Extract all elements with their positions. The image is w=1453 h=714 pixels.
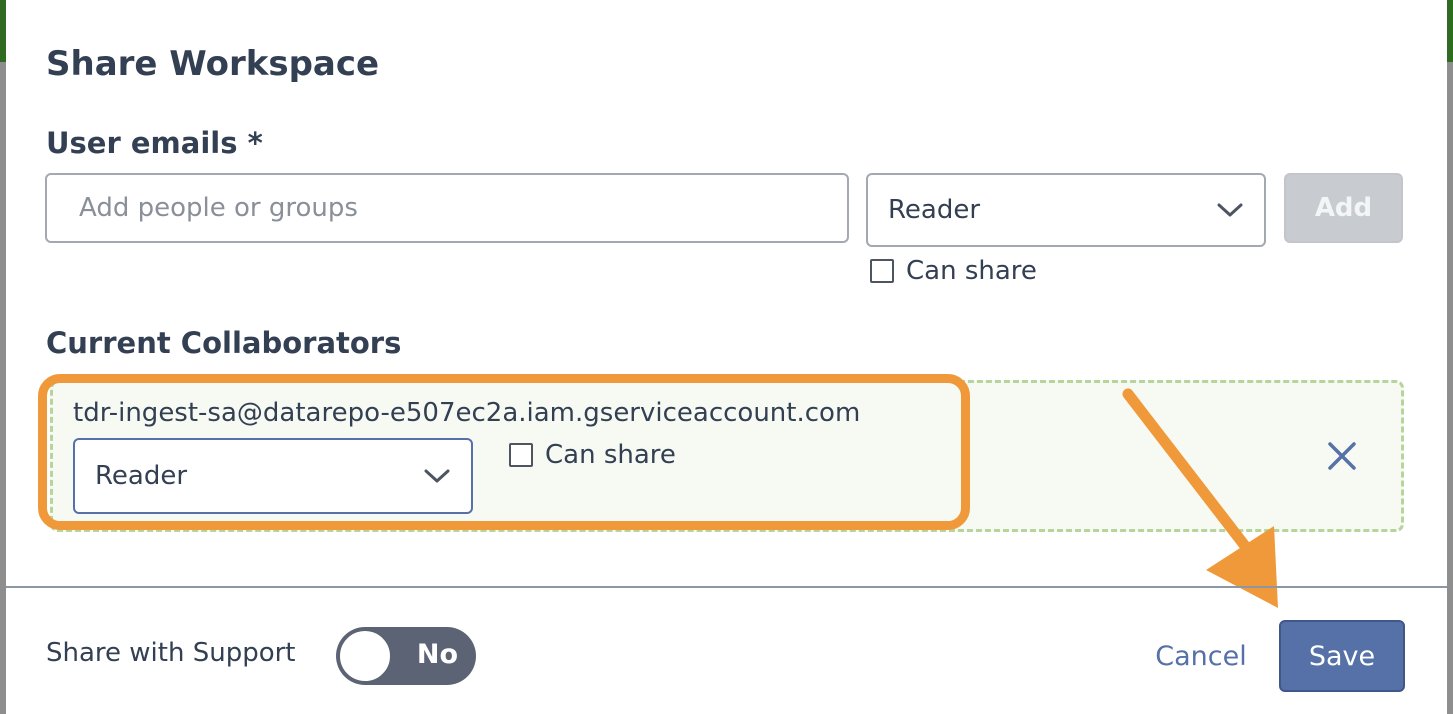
toggle-knob <box>338 629 392 683</box>
user-emails-label: User emails * <box>46 126 263 160</box>
can-share-label: Can share <box>545 440 676 470</box>
collaborator-can-share[interactable]: Can share <box>509 440 676 470</box>
new-user-can-share[interactable]: Can share <box>870 256 1037 286</box>
background-overlay-right <box>1447 0 1453 714</box>
can-share-checkbox[interactable] <box>509 443 533 467</box>
chevron-down-icon <box>423 462 451 490</box>
cancel-button[interactable]: Cancel <box>1136 626 1266 686</box>
collaborator-email: tdr-ingest-sa@datarepo-e507ec2a.iam.gser… <box>73 398 861 428</box>
user-email-input[interactable] <box>45 173 849 243</box>
new-user-role-select[interactable]: Reader <box>866 173 1266 247</box>
collaborator-role-select[interactable]: Reader <box>73 438 473 514</box>
toggle-state-label: No <box>416 639 458 670</box>
share-workspace-dialog: Share Workspace User emails * Reader Add… <box>6 0 1447 714</box>
dialog-title: Share Workspace <box>46 44 380 84</box>
share-with-support-label: Share with Support <box>46 638 296 668</box>
role-select-value: Reader <box>888 195 981 225</box>
can-share-checkbox[interactable] <box>870 259 894 283</box>
background-header-right <box>1447 0 1453 62</box>
chevron-down-icon <box>1216 196 1244 224</box>
current-collaborators-heading: Current Collaborators <box>46 326 402 360</box>
can-share-label: Can share <box>906 256 1037 286</box>
footer-divider <box>6 586 1447 588</box>
close-icon[interactable] <box>1322 436 1362 476</box>
save-button[interactable]: Save <box>1279 620 1405 692</box>
share-with-support-toggle[interactable]: No <box>336 627 476 685</box>
add-user-button[interactable]: Add <box>1284 173 1403 243</box>
role-select-value: Reader <box>95 461 188 491</box>
